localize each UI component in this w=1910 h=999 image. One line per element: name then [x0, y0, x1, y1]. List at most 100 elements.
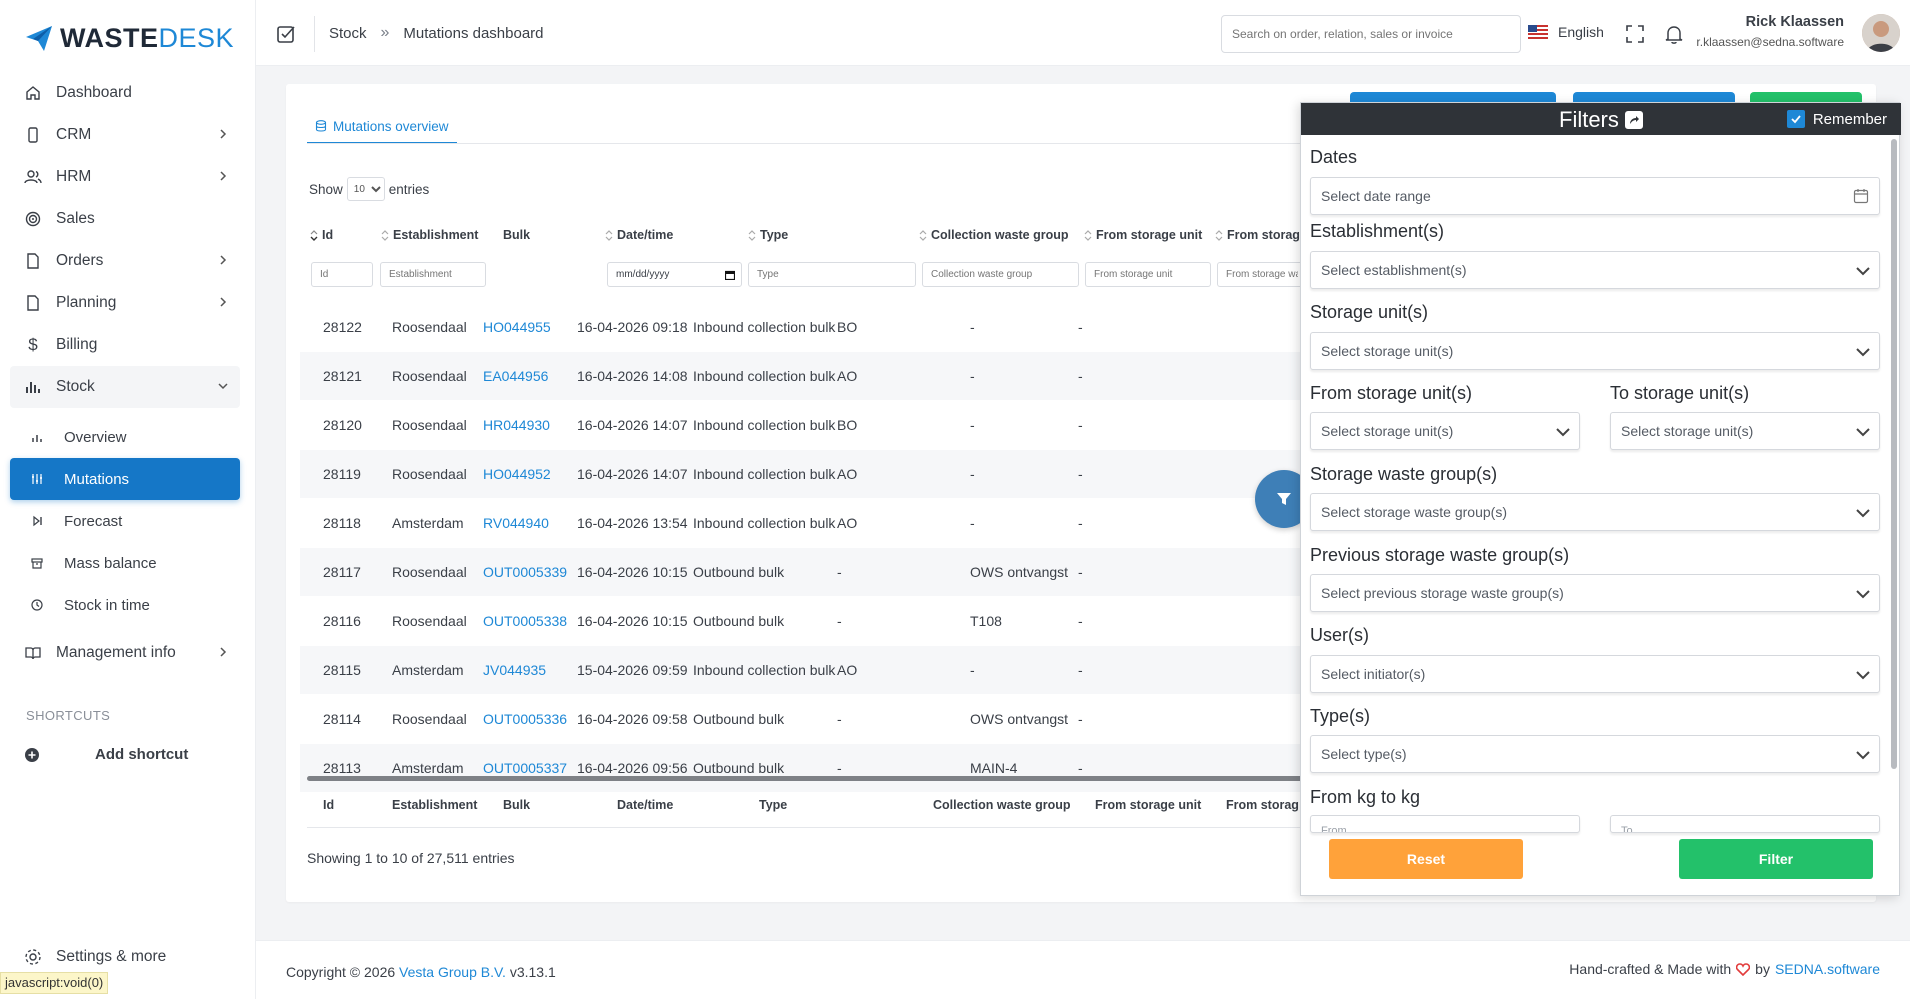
kg-from-input[interactable]: From: [1310, 815, 1580, 833]
bulk-link[interactable]: OUT0005336: [483, 711, 567, 727]
logo-mark-icon: [26, 26, 52, 51]
bulk-link[interactable]: JV044935: [483, 662, 546, 678]
vendor-link[interactable]: SEDNA.software: [1775, 961, 1880, 977]
avatar[interactable]: [1862, 14, 1900, 52]
logo[interactable]: WASTEDESK: [24, 20, 234, 56]
table-row[interactable]: 28116 Roosendaal OUT0005338 16-04-2026 10:1…: [300, 597, 1300, 645]
sidebar-item-billing[interactable]: $ Billing: [10, 324, 240, 366]
sidebar-item-label: Management info: [56, 644, 176, 661]
footer-cell: From storage unit: [1095, 798, 1202, 812]
filter-collection-waste-group-input[interactable]: [922, 262, 1079, 287]
footer-cell: Establishment: [392, 798, 478, 812]
column-header-datetime[interactable]: Date/time: [605, 228, 673, 242]
column-header-type[interactable]: Type: [748, 228, 788, 242]
table-cell-cwg: BO: [837, 319, 858, 335]
bulk-link[interactable]: HO044955: [483, 319, 551, 335]
sidebar-item-crm[interactable]: CRM: [10, 114, 240, 156]
sidebar-item-sales[interactable]: Sales: [10, 198, 240, 240]
sidebar-item-orders[interactable]: Orders: [10, 240, 240, 282]
users-select[interactable]: Select initiator(s): [1310, 655, 1880, 693]
table-row[interactable]: 28122 Roosendaal HO044955 16-04-2026 09:18 I…: [300, 303, 1300, 351]
filter-from-storage-waste-group-input[interactable]: [1217, 262, 1307, 287]
reset-button[interactable]: Reset: [1329, 839, 1523, 879]
storage-units-select[interactable]: Select storage unit(s): [1310, 332, 1880, 370]
settings-button[interactable]: Settings & more: [24, 948, 166, 966]
page-footer: Copyright © 2026 Vesta Group B.V. v3.13.…: [256, 940, 1910, 999]
breadcrumb-item-stock[interactable]: Stock: [329, 25, 367, 42]
table-cell-fsu: -: [970, 368, 975, 384]
table-cell-fsw: -: [1078, 662, 1083, 678]
table-row[interactable]: 28120 Roosendaal HR044930 16-04-2026 14:07 I…: [300, 401, 1300, 449]
company-link[interactable]: Vesta Group B.V.: [399, 964, 506, 980]
bulk-link[interactable]: OUT0005339: [483, 564, 567, 580]
table-horizontal-scrollbar[interactable]: [307, 776, 1307, 781]
user-info[interactable]: Rick Klaassen r.klaassen@sedna.software: [1696, 14, 1844, 49]
storage-waste-groups-select[interactable]: Select storage waste group(s): [1310, 493, 1880, 531]
types-select[interactable]: Select type(s): [1310, 735, 1880, 773]
table-row[interactable]: 28115 Amsterdam JV044935 15-04-2026 09:59 In…: [300, 646, 1300, 694]
bulk-link[interactable]: RV044940: [483, 515, 549, 531]
chevron-down-icon: [1856, 671, 1870, 680]
sidebar-subitem-stock-in-time[interactable]: Stock in time: [10, 584, 240, 626]
filter-id-input[interactable]: [311, 262, 373, 287]
bulk-link[interactable]: EA044956: [483, 368, 548, 384]
bar-chart-icon: [30, 430, 44, 444]
entries-select[interactable]: 10: [346, 177, 385, 201]
file-icon: [24, 294, 42, 312]
tab-mutations-overview[interactable]: Mutations overview: [307, 110, 457, 144]
sort-icon: [310, 229, 318, 241]
sidebar-item-dashboard[interactable]: Dashboard: [10, 72, 240, 114]
column-header-bulk[interactable]: Bulk: [503, 228, 530, 242]
chevron-right-icon: [220, 129, 227, 139]
kg-to-input[interactable]: To: [1610, 815, 1880, 833]
search-input[interactable]: [1221, 15, 1521, 53]
sidebar-item-stock[interactable]: Stock: [10, 366, 240, 408]
bulk-link[interactable]: OUT0005338: [483, 613, 567, 629]
bell-icon[interactable]: [1663, 23, 1685, 45]
date-range-input[interactable]: Select date range: [1310, 177, 1880, 215]
add-shortcut-button[interactable]: Add shortcut: [24, 746, 188, 763]
column-header-from-storage-waste-group[interactable]: From storag: [1215, 228, 1300, 242]
table-row[interactable]: 28114 Roosendaal OUT0005336 16-04-2026 09:5…: [300, 695, 1300, 743]
checkbox-icon[interactable]: [276, 24, 296, 44]
language-selector[interactable]: English: [1528, 24, 1604, 40]
column-header-collection-waste-group[interactable]: Collection waste group: [919, 228, 1069, 242]
table-row[interactable]: 28117 Roosendaal OUT0005339 16-04-2026 10:1…: [300, 548, 1300, 596]
bulk-link[interactable]: OUT0005337: [483, 760, 567, 776]
bulk-link[interactable]: HR044930: [483, 417, 550, 433]
column-header-id[interactable]: Id: [310, 228, 333, 242]
from-storage-units-select[interactable]: Select storage unit(s): [1310, 412, 1580, 450]
bulk-link[interactable]: HO044952: [483, 466, 551, 482]
column-header-from-storage-unit[interactable]: From storage unit: [1084, 228, 1202, 242]
filter-from-storage-unit-input[interactable]: [1085, 262, 1211, 287]
table-row[interactable]: 28119 Roosendaal HO044952 16-04-2026 14:07 I…: [300, 450, 1300, 498]
column-header-establishment[interactable]: Establishment: [381, 228, 478, 242]
remember-checkbox[interactable]: Remember: [1786, 110, 1887, 128]
table-row[interactable]: 28121 Roosendaal EA044956 16-04-2026 14:08 I…: [300, 352, 1300, 400]
table-row[interactable]: 28118 Amsterdam RV044940 16-04-2026 13:54 In…: [300, 499, 1300, 547]
filters-title: Filters: [1559, 107, 1643, 133]
sidebar-item-label: HRM: [56, 168, 92, 185]
calendar-icon: [1853, 189, 1869, 204]
sidebar-subitem-mass-balance[interactable]: Mass balance: [10, 542, 240, 584]
share-icon[interactable]: [1624, 111, 1643, 129]
filter-button[interactable]: Filter: [1679, 839, 1873, 879]
to-storage-units-select[interactable]: Select storage unit(s): [1610, 412, 1880, 450]
sidebar-item-hrm[interactable]: HRM: [10, 156, 240, 198]
sidebar-subitem-label: Overview: [64, 428, 127, 446]
copyright: Copyright © 2026 Vesta Group B.V. v3.13.…: [286, 964, 556, 980]
shortcuts-label: SHORTCUTS: [26, 708, 111, 723]
sidebar-subitem-mutations[interactable]: Mutations: [10, 458, 240, 500]
filter-type-input[interactable]: [748, 262, 916, 287]
sidebar-item-management-info[interactable]: Management info: [10, 632, 240, 674]
filter-date-input[interactable]: mm/dd/yyyy: [607, 262, 742, 287]
establishments-select[interactable]: Select establishment(s): [1310, 251, 1880, 289]
fullscreen-icon[interactable]: [1624, 23, 1646, 45]
filter-establishment-input[interactable]: [380, 262, 486, 287]
sidebar-subitem-overview[interactable]: Overview: [10, 416, 240, 458]
sidebar-item-planning[interactable]: Planning: [10, 282, 240, 324]
previous-storage-waste-groups-select[interactable]: Select previous storage waste group(s): [1310, 574, 1880, 612]
sidebar-subitem-forecast[interactable]: Forecast: [10, 500, 240, 542]
dates-label: Dates: [1310, 147, 1358, 167]
filters-vertical-scrollbar[interactable]: [1891, 139, 1897, 769]
